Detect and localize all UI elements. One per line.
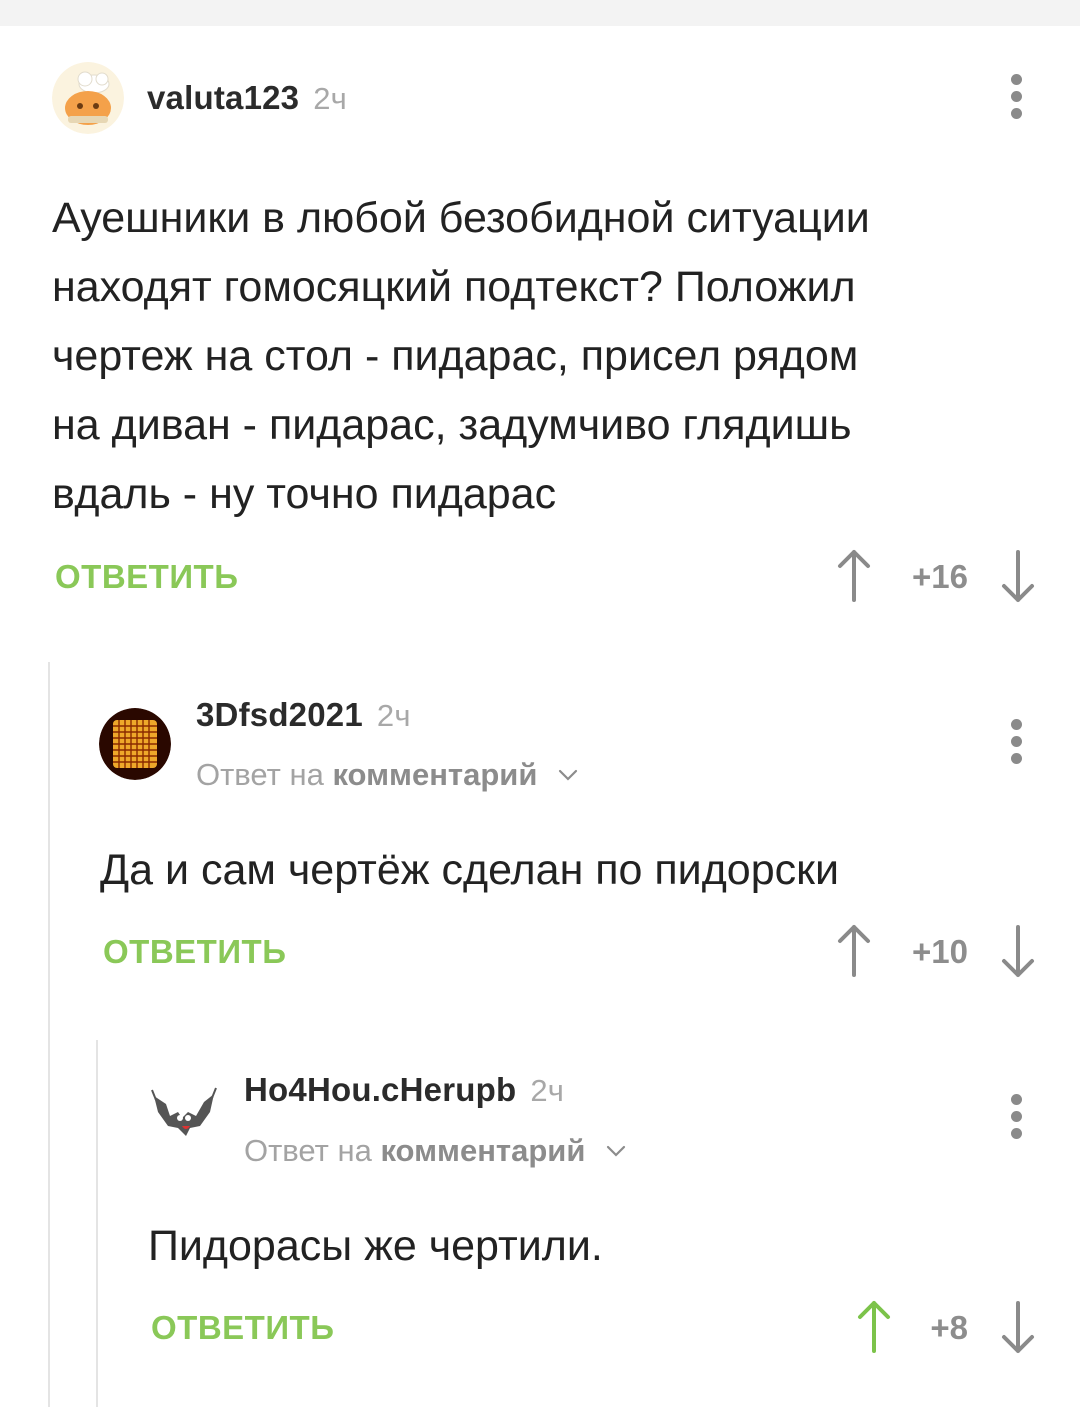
more-options-button[interactable]: [1006, 1094, 1026, 1150]
comment-author[interactable]: Ho4Hou.cHerupb 2ч: [244, 1071, 564, 1109]
author-name[interactable]: Ho4Hou.cHerupb: [244, 1071, 516, 1108]
reply-to-prefix: Ответ на: [244, 1133, 372, 1168]
comment-time: 2ч: [530, 1073, 565, 1108]
comment-reply: Ho4Hou.cHerupb 2ч Ответ на комментарий Пи…: [0, 0, 1080, 1407]
more-vertical-icon: [1006, 1094, 1026, 1139]
reply-button[interactable]: ОТВЕТИТЬ: [151, 1309, 334, 1347]
arrow-down-icon: [1002, 1301, 1034, 1353]
reply-to-link[interactable]: Ответ на комментарий: [244, 1133, 626, 1169]
arrow-up-icon: [858, 1301, 890, 1353]
vote-score: +8: [930, 1309, 968, 1346]
upvote-button-active[interactable]: [856, 1299, 892, 1355]
avatar[interactable]: [148, 1082, 220, 1154]
vote-controls: +8: [856, 1299, 1036, 1359]
comment-text: Пидорасы же чертили.: [148, 1222, 603, 1270]
chevron-down-icon: [606, 1145, 626, 1157]
reply-to-target[interactable]: комментарий: [380, 1133, 585, 1168]
downvote-button[interactable]: [1000, 1299, 1036, 1355]
